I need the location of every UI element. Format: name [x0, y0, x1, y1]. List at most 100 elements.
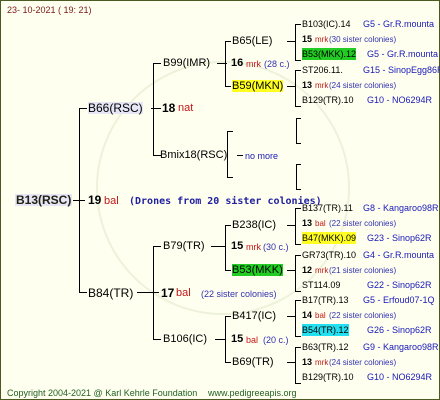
connector: [295, 336, 301, 337]
connector: [295, 70, 296, 106]
g4-sisters: (24 sister colonies): [329, 358, 397, 367]
connector: [79, 292, 87, 293]
g4-race: mrk: [315, 358, 329, 367]
connector: [296, 189, 301, 190]
dd-note: (28 c.): [264, 59, 290, 69]
connector: [295, 347, 301, 348]
g4-bottom-note: G26 - Sinop62R: [367, 325, 432, 335]
ddd-label: B65(LE): [232, 35, 273, 47]
g4-top-label: B137(TR).11: [302, 203, 353, 213]
g4-bottom-note: G5 - Gr.R.mounta: [367, 49, 439, 59]
connector: [295, 24, 301, 25]
sds-label: B53(MKK): [232, 264, 283, 276]
connector: [295, 383, 301, 384]
g4-sisters: (24 sister colonies): [329, 81, 397, 90]
sss-label: B69(TR): [232, 356, 274, 368]
g4-number: 15: [302, 34, 313, 44]
g4-race: mrk: [315, 35, 329, 44]
g4-sisters: (22 sister colonies): [329, 311, 397, 320]
sd-note: (30 c.): [263, 242, 289, 252]
connector: [296, 118, 301, 119]
g4-top-label: B17(TR).13: [302, 295, 349, 305]
dam-race: nat: [178, 102, 194, 114]
connector: [153, 339, 161, 340]
connector: [137, 292, 159, 293]
connector: [295, 291, 301, 292]
connector: [225, 225, 226, 270]
connector: [153, 63, 154, 155]
footer-site[interactable]: www.pedigreeapis.org: [208, 387, 297, 399]
g4-race: mrk: [315, 266, 329, 275]
g4-sisters: (30 sister colonies): [329, 35, 397, 44]
connector: [287, 225, 295, 226]
connector: [225, 41, 231, 42]
connector: [227, 131, 233, 132]
queen-number: 19: [88, 193, 102, 207]
connector: [211, 246, 225, 247]
connector: [225, 225, 231, 226]
dam-number: 18: [162, 101, 176, 115]
g4-top-note: G8 - Kangaroo98R: [363, 203, 439, 213]
connector: [237, 155, 243, 156]
g4-race: mrk: [315, 81, 329, 90]
dam-label: B66(RSC): [88, 101, 143, 115]
g4-number: 12: [302, 265, 313, 275]
connector: [79, 108, 80, 293]
g4-bottom-note: G22 - Sinop62R: [367, 280, 432, 290]
connector: [296, 164, 297, 189]
connector: [225, 316, 226, 362]
connector: [296, 164, 301, 165]
connector: [287, 316, 295, 317]
dam-sire-label: Bmix18(RSC): [160, 149, 228, 161]
connector: [287, 362, 295, 363]
g4-bottom-note: G10 - NO6294R: [367, 372, 433, 382]
g4-top-note: G9 - Kangaroo98R: [363, 342, 439, 352]
sd-number: 15: [231, 240, 244, 252]
dam-dam-label: B99(IMR): [163, 57, 211, 69]
sire-note: (22 sister colonies): [201, 289, 277, 299]
g4-bottom-label: B47(MKK).09: [302, 232, 357, 244]
g4-top-label: ST206.11.: [302, 65, 343, 75]
g4-sisters: (22 sister colonies): [329, 219, 397, 228]
connector: [215, 339, 225, 340]
queen-race: bal: [104, 195, 119, 207]
g4-bottom-note: G10 - NO6294R: [367, 95, 433, 105]
connector: [225, 270, 231, 271]
g4-bottom-label: B54(TR).12: [302, 324, 349, 336]
connector: [295, 70, 301, 71]
ss-note: (20 c.): [263, 335, 289, 345]
connector: [295, 255, 296, 291]
g4-top-note: G5 - Gr.R.mounta: [363, 19, 435, 29]
g4-top-note: G5 - Erfoud07-1Q: [363, 295, 435, 305]
connector: [295, 106, 301, 107]
sdd-label: B238(IC): [232, 219, 277, 231]
g4-bottom-label: B53(MKK).12: [302, 48, 357, 60]
g4-top-note: G4 - Gr.R.mounta: [363, 250, 435, 260]
connector: [225, 362, 231, 363]
ssd-label: B417(IC): [232, 310, 277, 322]
connector: [227, 131, 228, 178]
connector: [287, 86, 295, 87]
dd-number: 16: [231, 57, 244, 69]
connector: [153, 246, 154, 339]
connector: [295, 60, 301, 61]
g4-bottom-label: B129(TR).10: [302, 95, 354, 105]
sire-sire-label: B106(IC): [163, 333, 208, 345]
connector: [295, 300, 301, 301]
queen-label: B13(RSC): [15, 193, 73, 207]
g4-top-label: B103(IC).14: [302, 19, 351, 29]
g4-top-note: G15 - SinopEgg86R: [363, 65, 440, 75]
dds-label: B59(MKN): [232, 80, 284, 92]
connector: [296, 118, 297, 143]
ds-note: no more: [245, 151, 279, 161]
sire-race: bal: [176, 287, 191, 299]
connector: [295, 244, 301, 245]
g4-race: bal: [315, 311, 326, 320]
connector: [295, 300, 296, 336]
connector: [295, 208, 301, 209]
g4-sisters: (21 sister colonies): [329, 266, 397, 275]
g4-bottom-label: ST114.09: [302, 280, 341, 290]
connector: [295, 347, 296, 383]
connector: [225, 41, 226, 86]
dd-race: mrk: [246, 59, 261, 69]
